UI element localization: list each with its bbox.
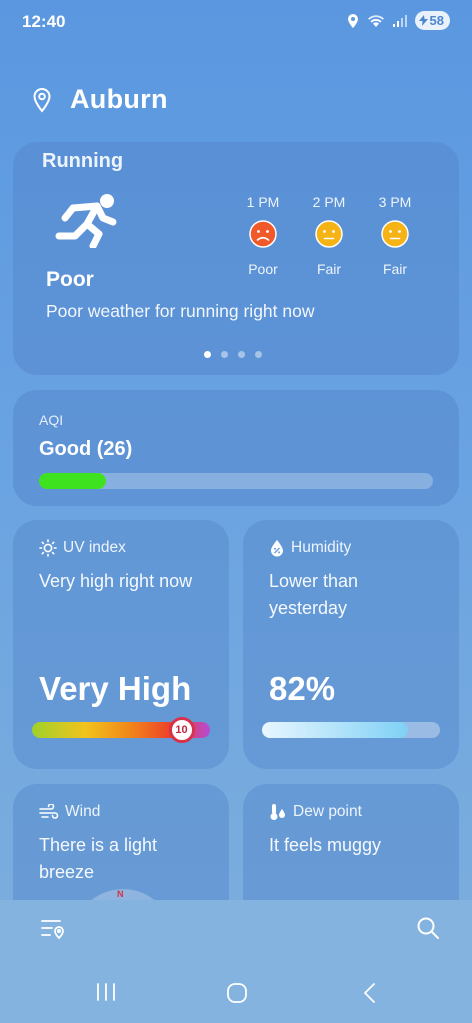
- pager-dot[interactable]: [204, 351, 211, 358]
- neutral-face-icon: [381, 220, 409, 248]
- wind-description: There is a light breeze: [39, 835, 158, 882]
- uv-index-marker: 10: [168, 717, 195, 743]
- forecast-label: Poor: [248, 261, 278, 277]
- humidity-value: 82%: [269, 670, 336, 707]
- aqi-label: AQI: [39, 412, 64, 428]
- wifi-icon: [367, 14, 384, 27]
- forecast-item: 2 PM Fair: [304, 194, 354, 277]
- aqi-card[interactable]: AQI Good (26): [13, 390, 459, 506]
- location-pin-icon: [33, 87, 51, 113]
- running-card[interactable]: Running Poor Poor weather for running ri…: [13, 142, 459, 375]
- humidity-description: Lower than yesterday: [269, 571, 359, 618]
- running-status: Poor: [46, 268, 94, 291]
- humidity-title: Humidity: [291, 539, 352, 556]
- dew-point-header: Dew point: [269, 803, 362, 821]
- compass-north-label: N: [117, 889, 124, 899]
- forecast-time: 1 PM: [246, 194, 280, 210]
- status-icons: 58: [347, 11, 450, 30]
- card-pager[interactable]: [204, 351, 262, 358]
- forecast-time: 2 PM: [312, 194, 346, 210]
- aqi-bar-fill: [39, 473, 106, 489]
- neutral-face-icon: [315, 220, 343, 248]
- wind-header: Wind: [39, 803, 100, 821]
- signal-icon: [392, 14, 407, 27]
- status-time: 12:40: [22, 12, 66, 31]
- running-title: Running: [42, 150, 124, 172]
- running-description: Poor weather for running right now: [46, 301, 315, 321]
- thermometer-drop-icon: [270, 804, 285, 820]
- wind-title: Wind: [65, 803, 101, 820]
- uv-description: Very high right now: [39, 571, 193, 591]
- sad-face-icon: [249, 220, 277, 248]
- forecast-item: 3 PM Fair: [370, 194, 420, 277]
- humidity-card[interactable]: Humidity Lower than yesterday 82%: [243, 520, 459, 769]
- recent-apps-icon[interactable]: [95, 982, 117, 1002]
- location-list-icon[interactable]: [40, 917, 66, 941]
- aqi-bar: [39, 473, 433, 489]
- uv-header: UV index: [39, 539, 126, 557]
- home-icon[interactable]: [226, 982, 248, 1004]
- uv-value: Very High: [39, 670, 192, 707]
- humidity-bar: [262, 722, 440, 738]
- battery-level: 58: [429, 13, 444, 28]
- pager-dot[interactable]: [238, 351, 245, 358]
- runner-icon: [55, 194, 117, 248]
- wind-icon: [39, 804, 59, 819]
- forecast-label: Fair: [382, 261, 408, 277]
- battery-indicator: 58: [414, 11, 450, 30]
- forecast-label: Fair: [316, 261, 342, 277]
- forecast-item: 1 PM Poor: [238, 194, 288, 277]
- sun-icon: [39, 539, 57, 557]
- location-status-icon: [347, 13, 358, 28]
- uv-title: UV index: [63, 539, 126, 556]
- forecast-time: 3 PM: [378, 194, 412, 210]
- uv-scale-bar: 10: [32, 717, 210, 743]
- pager-dot[interactable]: [255, 351, 262, 358]
- bottom-app-bar: [0, 900, 472, 960]
- dew-point-title: Dew point: [293, 803, 362, 820]
- pager-dot[interactable]: [221, 351, 228, 358]
- page-title: Auburn: [70, 84, 168, 114]
- aqi-value: Good (26): [39, 438, 133, 460]
- location-header[interactable]: Auburn: [32, 84, 168, 115]
- search-icon[interactable]: [416, 916, 440, 940]
- system-nav-bar: [0, 960, 472, 1023]
- humidity-bar-fill: [262, 722, 408, 738]
- charging-icon: [418, 15, 428, 26]
- dew-point-description: It feels muggy: [269, 835, 382, 855]
- uv-index-card[interactable]: UV index Very high right now Very High 1…: [13, 520, 229, 769]
- humidity-header: Humidity: [269, 539, 351, 557]
- status-bar: 12:40 58: [0, 0, 472, 44]
- back-icon[interactable]: [361, 982, 377, 1004]
- water-drop-icon: [271, 540, 283, 557]
